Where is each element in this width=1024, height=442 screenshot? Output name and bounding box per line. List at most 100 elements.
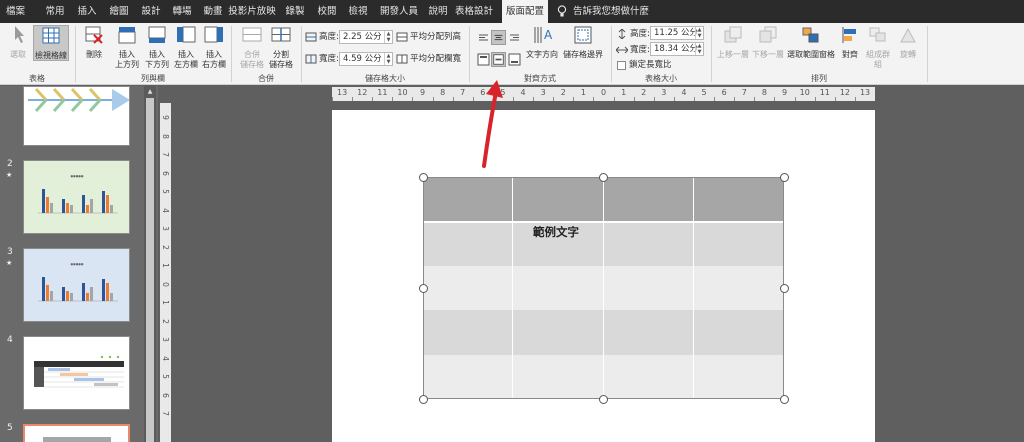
resize-handle[interactable] <box>779 394 789 404</box>
distribute-cols-button[interactable]: 平均分配欄寬 <box>396 52 461 66</box>
distribute-rows-button[interactable]: 平均分配列高 <box>396 30 461 44</box>
ruler-number: 11 <box>377 88 388 97</box>
cursor-icon <box>15 26 24 43</box>
slide-number: 4 <box>7 335 13 345</box>
select-button[interactable]: 選取 <box>6 25 30 60</box>
text-direction-icon: A <box>534 27 553 43</box>
ruler-number: 8 <box>440 88 446 97</box>
slide-thumbnail-3[interactable]: ●●●●● <box>23 248 130 322</box>
ruler-tick <box>452 97 454 101</box>
tab-2[interactable]: 插入 <box>72 0 102 23</box>
ruler-tick <box>854 97 856 101</box>
ruler-number: 10 <box>397 88 408 97</box>
bring-forward-button[interactable]: 上移一層 <box>715 25 751 60</box>
tab-5[interactable]: 轉場 <box>167 0 197 23</box>
resize-handle[interactable] <box>598 172 608 182</box>
tab-3[interactable]: 繪圖 <box>104 0 134 23</box>
tab-11[interactable]: 開發人員 <box>379 0 419 23</box>
sample-text[interactable]: 範例文字 <box>533 224 579 240</box>
tab-10[interactable]: 檢視 <box>343 0 373 23</box>
tab-9[interactable]: 校閱 <box>312 0 342 23</box>
spin-arrows-icon[interactable]: ▲ ▼ <box>695 43 703 55</box>
tab-1[interactable]: 常用 <box>40 0 70 23</box>
distribute-rows-icon <box>396 32 408 41</box>
cell-margins-button[interactable]: 儲存格邊界 <box>562 25 604 60</box>
spin-arrows-icon[interactable]: ▲ ▼ <box>384 53 392 65</box>
table[interactable] <box>418 172 789 404</box>
align-center-icon[interactable] <box>491 30 506 45</box>
insert-above-label-1: 插入 <box>119 50 135 59</box>
group-label: 組成群組 <box>866 50 890 69</box>
slide-thumbnail-4[interactable] <box>23 336 130 410</box>
slide-thumbnail-1[interactable] <box>23 86 130 146</box>
send-backward-button[interactable]: 下移一層 <box>750 25 786 60</box>
tab-12[interactable]: 說明 <box>423 0 453 23</box>
resize-handle[interactable] <box>598 394 608 404</box>
view-gridlines-button[interactable]: 檢視格線 <box>33 25 69 61</box>
ruler-tick <box>513 97 514 101</box>
selection-pane-button[interactable]: 選取範圍窗格 <box>786 25 836 60</box>
animation-star-icon: ★ <box>6 171 13 179</box>
lock-ratio-checkbox[interactable] <box>617 61 626 70</box>
delete-button[interactable]: 刪除 <box>80 25 108 60</box>
ruler-number: 10 <box>799 88 810 97</box>
tab-14[interactable]: 版面配置 <box>502 0 548 23</box>
tell-me-search[interactable]: 告訴我您想做什麼 <box>573 0 649 23</box>
ruler-number: 9 <box>161 115 170 120</box>
resize-handle[interactable] <box>418 172 428 182</box>
group-objects-icon <box>869 27 886 42</box>
align-top-icon[interactable] <box>476 52 491 67</box>
ruler-tick <box>633 97 635 101</box>
insert-above-button[interactable]: 插入 上方列 <box>113 25 141 70</box>
cell-width-input[interactable]: 4.59 公分 ▲ ▼ <box>339 52 393 66</box>
tab-7[interactable]: 投影片放映 <box>228 0 276 23</box>
ruler-number: 2 <box>161 244 170 250</box>
align-objects-button[interactable]: 對齊 <box>838 25 862 60</box>
fishbone-diagram-thumbnail <box>28 87 129 113</box>
split-cells-button[interactable]: 分割 儲存格 <box>267 25 295 70</box>
tab-8[interactable]: 錄製 <box>280 0 310 23</box>
insert-left-button[interactable]: 插入 左方欄 <box>172 25 200 70</box>
table-thumbnail <box>43 437 111 442</box>
table-width-icon <box>616 46 628 53</box>
resize-handle[interactable] <box>779 172 789 182</box>
merge-cells-button[interactable]: 合併 儲存格 <box>238 25 266 70</box>
tab-13[interactable]: 表格設計 <box>452 0 496 23</box>
slide-thumbnail-5-selected[interactable] <box>23 424 130 442</box>
ruler-tick <box>573 97 575 101</box>
scrollbar-thumb[interactable] <box>146 98 154 442</box>
cell-height-input[interactable]: 2.25 公分 ▲ ▼ <box>339 30 393 44</box>
cell-height-label: 高度: <box>319 32 339 42</box>
tab-0[interactable]: 檔案 <box>0 0 31 23</box>
gridlines-label: 檢視格線 <box>35 51 67 60</box>
insert-below-button[interactable]: 插入 下方列 <box>143 25 171 70</box>
insert-right-button[interactable]: 插入 右方欄 <box>200 25 228 70</box>
ruler-number: 1 <box>161 263 170 268</box>
align-right-icon[interactable] <box>507 30 522 45</box>
tab-4[interactable]: 設計 <box>136 0 166 23</box>
ruler-tick <box>774 97 776 101</box>
resize-handle[interactable] <box>779 283 789 293</box>
spin-arrows-icon[interactable]: ▲ ▼ <box>695 27 703 39</box>
spin-arrows-icon[interactable]: ▲ ▼ <box>384 31 392 43</box>
rotate-button[interactable]: 旋轉 <box>894 25 922 60</box>
resize-handle[interactable] <box>418 283 428 293</box>
thumbnail-scrollbar[interactable]: ▲ <box>144 86 156 442</box>
group-objects-button[interactable]: 組成群組 <box>864 25 892 70</box>
scroll-up-icon[interactable]: ▲ <box>146 87 154 96</box>
animation-star-icon: ★ <box>6 259 13 267</box>
align-middle-icon[interactable] <box>491 52 506 67</box>
align-bottom-icon[interactable] <box>507 52 522 67</box>
tab-6[interactable]: 動畫 <box>198 0 228 23</box>
text-direction-button[interactable]: A 文字方向 <box>522 25 562 60</box>
insert-right-label-1: 插入 <box>206 50 222 59</box>
table-width-input[interactable]: 18.34 公分 ▲ ▼ <box>650 42 704 56</box>
ruler-number: 7 <box>741 88 747 97</box>
align-left-icon[interactable] <box>476 30 491 45</box>
slide-thumbnail-2[interactable]: ●●●●● <box>23 160 130 234</box>
table-height-input[interactable]: 11.25 公分 ▲ ▼ <box>650 26 704 40</box>
lightbulb-icon[interactable] <box>557 5 567 18</box>
ruler-number: 1 <box>161 300 170 305</box>
ruler-number: 3 <box>540 88 546 97</box>
resize-handle[interactable] <box>418 394 428 404</box>
